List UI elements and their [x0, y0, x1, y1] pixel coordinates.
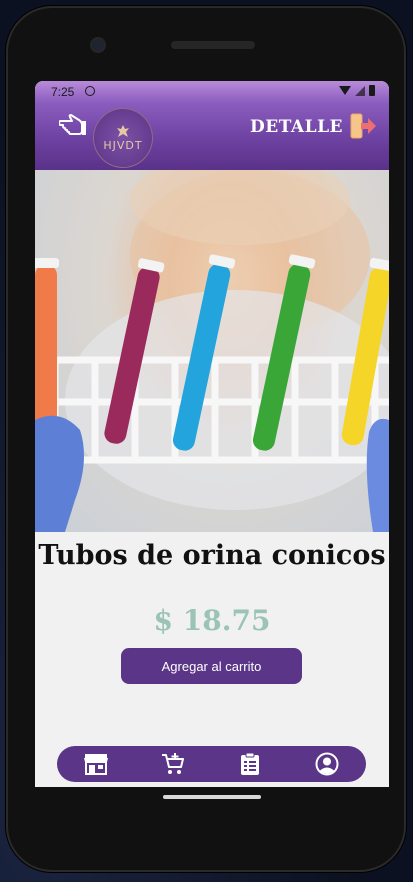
status-icons: [339, 85, 375, 96]
nav-orders[interactable]: [237, 752, 263, 776]
add-to-cart-icon: [162, 753, 184, 774]
test-tube-red: [35, 258, 59, 435]
exit-door-icon[interactable]: [349, 112, 377, 140]
page-title: DETALLE: [250, 117, 343, 137]
nav-store[interactable]: [83, 752, 109, 776]
logo-mark-icon: [117, 125, 129, 137]
bottom-nav: [57, 746, 366, 782]
test-tubes-illustration: [35, 170, 389, 532]
logo-text: HJVDT: [103, 139, 143, 152]
store-icon: [84, 754, 108, 775]
home-indicator: [163, 795, 261, 799]
phone-frame: 7:25 HJVDT DETALLE Tubos de orina conico…: [6, 6, 406, 872]
clipboard-list-icon: [241, 752, 259, 775]
front-camera: [92, 39, 104, 51]
nav-profile[interactable]: [314, 752, 340, 776]
status-bar: 7:25: [35, 81, 389, 103]
speaker-grille: [171, 41, 255, 49]
nav-add-cart[interactable]: [160, 752, 186, 776]
add-to-cart-button[interactable]: Agregar al carrito: [121, 648, 302, 684]
wifi-icon: [339, 86, 351, 95]
product-price: $ 18.75: [153, 604, 271, 637]
status-time: 7:25: [51, 85, 75, 99]
notification-icon: [85, 86, 95, 96]
hand-pointing-left-icon[interactable]: [59, 113, 87, 137]
product-image: [35, 170, 389, 532]
app-header: 7:25 HJVDT DETALLE: [35, 81, 389, 170]
user-profile-icon: [315, 752, 339, 776]
app-screen: 7:25 HJVDT DETALLE Tubos de orina conico…: [35, 81, 389, 787]
product-name: Tubos de orina conicos: [38, 540, 386, 571]
brand-logo: HJVDT: [93, 108, 153, 168]
signal-icon: [355, 85, 365, 96]
battery-icon: [369, 85, 375, 96]
